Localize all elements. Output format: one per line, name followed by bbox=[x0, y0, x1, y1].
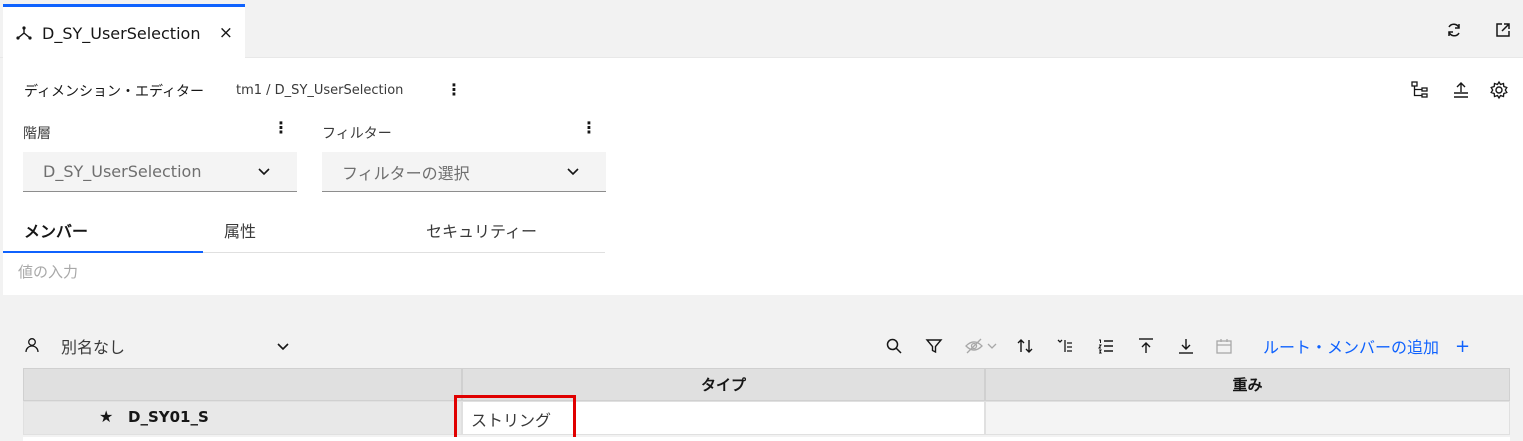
settings-gear-icon[interactable] bbox=[1488, 79, 1510, 101]
filter-select-placeholder: フィルターの選択 bbox=[342, 163, 470, 183]
table-row-weight-cell[interactable] bbox=[985, 401, 1510, 435]
hierarchy-select[interactable]: D_SY_UserSelection bbox=[23, 152, 297, 192]
editor-overflow-menu-icon[interactable]: ⋮ bbox=[446, 80, 462, 99]
tab-members[interactable]: メンバー bbox=[24, 218, 88, 242]
column-header-weight[interactable]: 重み bbox=[985, 368, 1510, 401]
visibility-off-icon[interactable] bbox=[963, 335, 1001, 357]
editor-path: tm1 / D_SY_UserSelection bbox=[236, 83, 404, 98]
download-icon[interactable] bbox=[1175, 335, 1197, 357]
column-header-member[interactable] bbox=[23, 368, 462, 401]
hierarchy-overflow-menu-icon[interactable]: ⋮ bbox=[273, 118, 289, 137]
add-root-member-button[interactable]: ルート・メンバーの追加 + bbox=[1263, 334, 1470, 358]
filter-select[interactable]: フィルターの選択 bbox=[322, 152, 606, 192]
user-icon bbox=[23, 336, 41, 358]
member-name: D_SY01_S bbox=[128, 408, 209, 426]
hierarchy-label: 階層 bbox=[23, 126, 51, 142]
tab-members-indicator bbox=[3, 251, 203, 253]
chevron-down-icon bbox=[566, 163, 580, 182]
filter-icon[interactable] bbox=[923, 335, 945, 357]
numbered-list-icon[interactable] bbox=[1095, 335, 1117, 357]
hierarchy-tree-icon[interactable] bbox=[1409, 79, 1431, 101]
dimension-editor-panel: ディメンション・エディター tm1 / D_SY_UserSelection ⋮… bbox=[0, 58, 1523, 441]
filter-label: フィルター bbox=[322, 126, 392, 142]
add-root-member-label: ルート・メンバーの追加 bbox=[1263, 338, 1440, 357]
document-tab[interactable]: D_SY_UserSelection × bbox=[3, 4, 245, 59]
launch-icon[interactable] bbox=[1493, 20, 1513, 40]
table-row-member-cell[interactable]: ★ D_SY01_S bbox=[23, 401, 462, 435]
star-icon: ★ bbox=[99, 407, 114, 426]
tab-underline bbox=[203, 252, 605, 253]
dimension-icon bbox=[15, 24, 33, 42]
calendar-icon[interactable] bbox=[1213, 335, 1235, 357]
chevron-down-icon bbox=[257, 163, 271, 182]
alias-select-value: 別名なし bbox=[61, 338, 126, 357]
sort-icon[interactable] bbox=[1014, 335, 1036, 357]
close-tab-icon[interactable]: × bbox=[219, 23, 233, 43]
editor-title: ディメンション・エディター bbox=[24, 84, 205, 100]
filter-overflow-menu-icon[interactable]: ⋮ bbox=[581, 118, 597, 137]
chevron-down-icon bbox=[276, 338, 290, 357]
alias-select[interactable]: 別名なし bbox=[61, 334, 295, 360]
upload-icon[interactable] bbox=[1450, 79, 1472, 101]
tab-attributes[interactable]: 属性 bbox=[224, 218, 256, 242]
highlight-box bbox=[454, 395, 576, 440]
search-icon[interactable] bbox=[883, 335, 905, 357]
tab-strip: D_SY_UserSelection × bbox=[0, 0, 1523, 59]
tab-security[interactable]: セキュリティー bbox=[426, 218, 537, 242]
value-input-field[interactable]: 値の入力 bbox=[3, 255, 1523, 295]
collapse-levels-icon[interactable] bbox=[1054, 335, 1076, 357]
refresh-icon[interactable] bbox=[1444, 20, 1464, 40]
grid-footer bbox=[23, 437, 1510, 441]
move-to-top-icon[interactable] bbox=[1135, 335, 1157, 357]
value-input-placeholder: 値の入力 bbox=[18, 263, 79, 281]
add-icon: + bbox=[1455, 335, 1471, 357]
document-tab-title: D_SY_UserSelection bbox=[42, 23, 201, 43]
hierarchy-select-value: D_SY_UserSelection bbox=[43, 162, 202, 181]
